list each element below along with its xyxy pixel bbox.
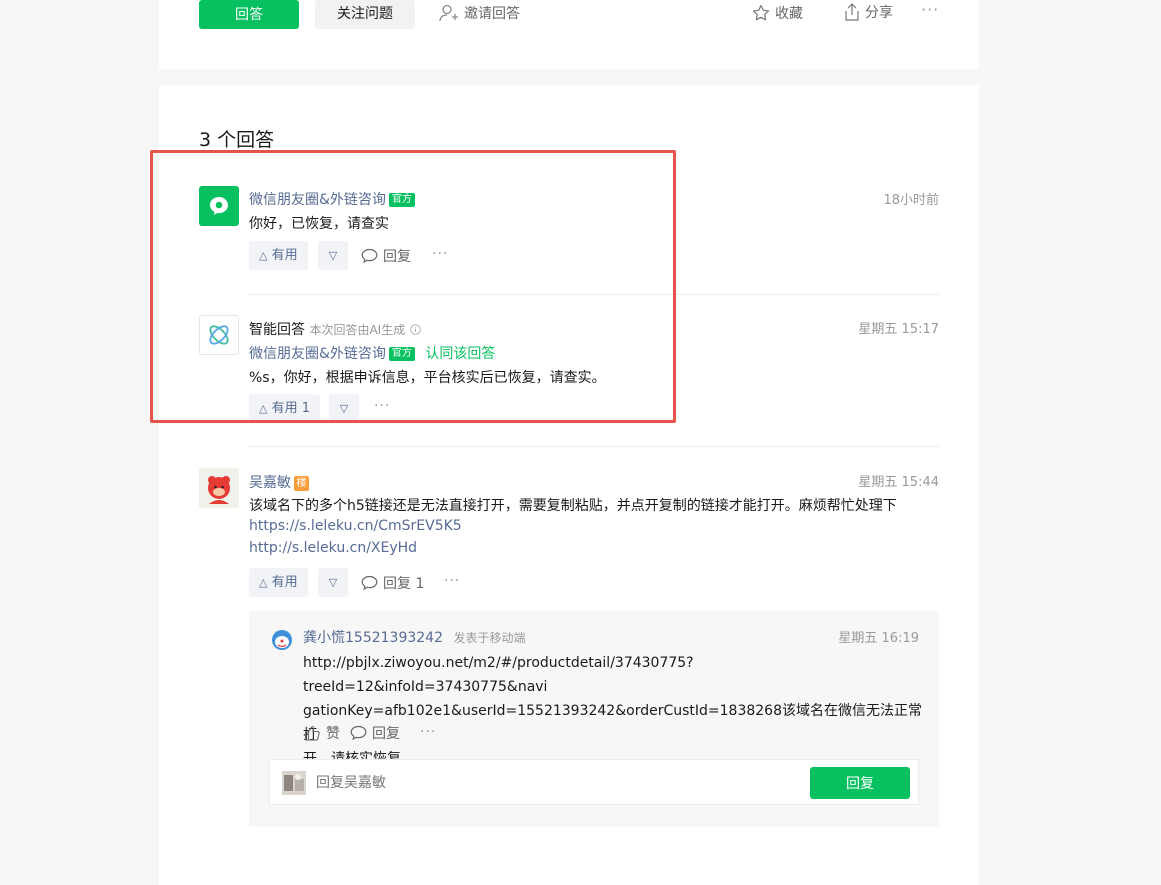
comment-more-button[interactable]: ··· <box>420 724 436 740</box>
answer-3-useful-button[interactable]: △ 有用 <box>249 568 308 597</box>
invite-answer-button[interactable]: 邀请回答 <box>439 3 520 23</box>
more-options-button[interactable]: ··· <box>921 0 939 19</box>
answers-count-heading: 3 个回答 <box>199 129 275 151</box>
answer-2-more-button[interactable]: ··· <box>374 398 390 414</box>
endorser-name[interactable]: 微信朋友圈&外链咨询 <box>249 346 386 362</box>
comment-icon <box>361 248 378 264</box>
official-avatar[interactable] <box>199 186 239 226</box>
user-avatar[interactable] <box>199 468 239 508</box>
answer-1-time: 18小时前 <box>883 193 939 208</box>
question-toolbar-card: 回答 关注问题 邀请回答 收藏 分享 ··· <box>159 0 979 69</box>
answer-1-content: 你好，已恢复，请查实 <box>249 216 389 232</box>
reply-input-container: 回复 <box>269 759 919 805</box>
answer-3-link-1[interactable]: https://s.leleku.cn/CmSrEV5K5 <box>249 518 462 534</box>
answer-1-useful-label: 有用 <box>271 248 298 263</box>
chat-bubble-icon <box>210 197 228 215</box>
endorse-label: 认同该回答 <box>425 346 496 362</box>
invite-answer-label: 邀请回答 <box>464 6 520 22</box>
answer-3-reply-label: 回复 1 <box>383 576 425 592</box>
answer-divider <box>249 446 939 447</box>
answer-2-author: 智能回答 <box>249 322 305 338</box>
answer-2-content: %s，你好，根据申诉信息，平台核实后已恢复，请查实。 <box>249 370 606 386</box>
answer-3-downvote-button[interactable]: ▽ <box>318 568 348 597</box>
comment-content: http://pbjlx.ziwoyou.net/m2/#/productdet… <box>303 651 923 771</box>
ai-atom-icon <box>209 325 229 345</box>
answer-button[interactable]: 回答 <box>199 0 299 29</box>
comment-header: 龚小慌15521393242 发表于移动端 <box>303 627 525 647</box>
reply-input[interactable] <box>314 770 798 796</box>
answer-3-time: 星期五 15:44 <box>858 475 939 490</box>
answer-2-header: 智能回答 本次回答由AI生成 <box>249 319 421 339</box>
comment-reply-label: 回复 <box>372 726 400 742</box>
share-button[interactable]: 分享 <box>844 2 893 22</box>
user-avatar-image <box>199 468 239 508</box>
answer-1-author[interactable]: 微信朋友圈&外链咨询 <box>249 192 386 208</box>
answer-2-useful-label: 有用 1 <box>271 401 311 416</box>
answer-3-useful-label: 有用 <box>271 575 298 590</box>
share-label: 分享 <box>865 5 893 21</box>
comment-like-button[interactable]: 赞 <box>304 723 340 743</box>
comment-time: 星期五 16:19 <box>838 631 919 646</box>
info-icon[interactable] <box>409 324 421 335</box>
answers-card: 3 个回答 微信朋友圈&外链咨询 官方 18小时前 你好，已恢复，请查实 △ 有用… <box>159 85 979 885</box>
answer-divider <box>249 294 939 295</box>
comment-line-1: http://pbjlx.ziwoyou.net/m2/#/productdet… <box>303 655 694 695</box>
comment-source: 发表于移动端 <box>453 631 526 645</box>
share-icon <box>845 3 859 21</box>
official-badge: 官方 <box>388 193 415 207</box>
answer-3-author[interactable]: 吴嘉敏 <box>249 475 291 491</box>
answer-2-downvote-button[interactable]: ▽ <box>329 394 359 423</box>
answer-2-useful-button[interactable]: △ 有用 1 <box>249 394 321 423</box>
favorite-button[interactable]: 收藏 <box>752 3 803 23</box>
star-icon <box>752 4 770 21</box>
answer-1-reply-label: 回复 <box>383 249 411 265</box>
comment-icon <box>361 575 378 591</box>
comment-icon <box>350 725 367 741</box>
upvote-icon: △ <box>259 249 268 262</box>
owner-badge: 楼 <box>294 476 309 491</box>
ai-generated-note: 本次回答由AI生成 <box>309 323 406 337</box>
comment-author[interactable]: 龚小慌15521393242 <box>303 630 443 646</box>
current-user-avatar <box>282 771 306 795</box>
ai-avatar <box>199 315 239 355</box>
answer-1-more-button[interactable]: ··· <box>432 246 448 262</box>
reply-submit-button[interactable]: 回复 <box>810 767 910 799</box>
answer-1-useful-button[interactable]: △ 有用 <box>249 241 308 270</box>
answer-2-time: 星期五 15:17 <box>858 322 939 337</box>
favorite-label: 收藏 <box>775 6 803 22</box>
add-user-icon <box>439 4 458 22</box>
follow-question-button[interactable]: 关注问题 <box>315 0 415 29</box>
comment-reply-button[interactable]: 回复 <box>350 723 400 743</box>
answer-1-reply-button[interactable]: 回复 <box>361 246 411 266</box>
answer-3-link-2[interactable]: http://s.leleku.cn/XEyHd <box>249 540 417 556</box>
official-badge: 官方 <box>388 347 415 361</box>
comment-like-label: 赞 <box>326 726 340 742</box>
upvote-icon: △ <box>259 402 268 415</box>
answer-2-endorse-line: 微信朋友圈&外链咨询 官方 认同该回答 <box>249 343 495 363</box>
answer-1-header: 微信朋友圈&外链咨询 官方 <box>249 189 415 209</box>
answer-1-downvote-button[interactable]: ▽ <box>318 241 348 270</box>
answer-3-header: 吴嘉敏楼 <box>249 472 309 492</box>
comment-thread: 龚小慌15521393242 发表于移动端 星期五 16:19 http://p… <box>249 611 939 827</box>
upvote-icon: △ <box>259 576 268 589</box>
thumbs-up-icon <box>304 725 320 741</box>
answer-3-more-button[interactable]: ··· <box>444 573 460 589</box>
commenter-avatar[interactable] <box>271 629 293 651</box>
answer-3-content: 该域名下的多个h5链接还是无法直接打开，需要复制粘贴，并点开复制的链接才能打开。… <box>249 498 897 514</box>
answer-3-reply-button[interactable]: 回复 1 <box>361 573 424 593</box>
